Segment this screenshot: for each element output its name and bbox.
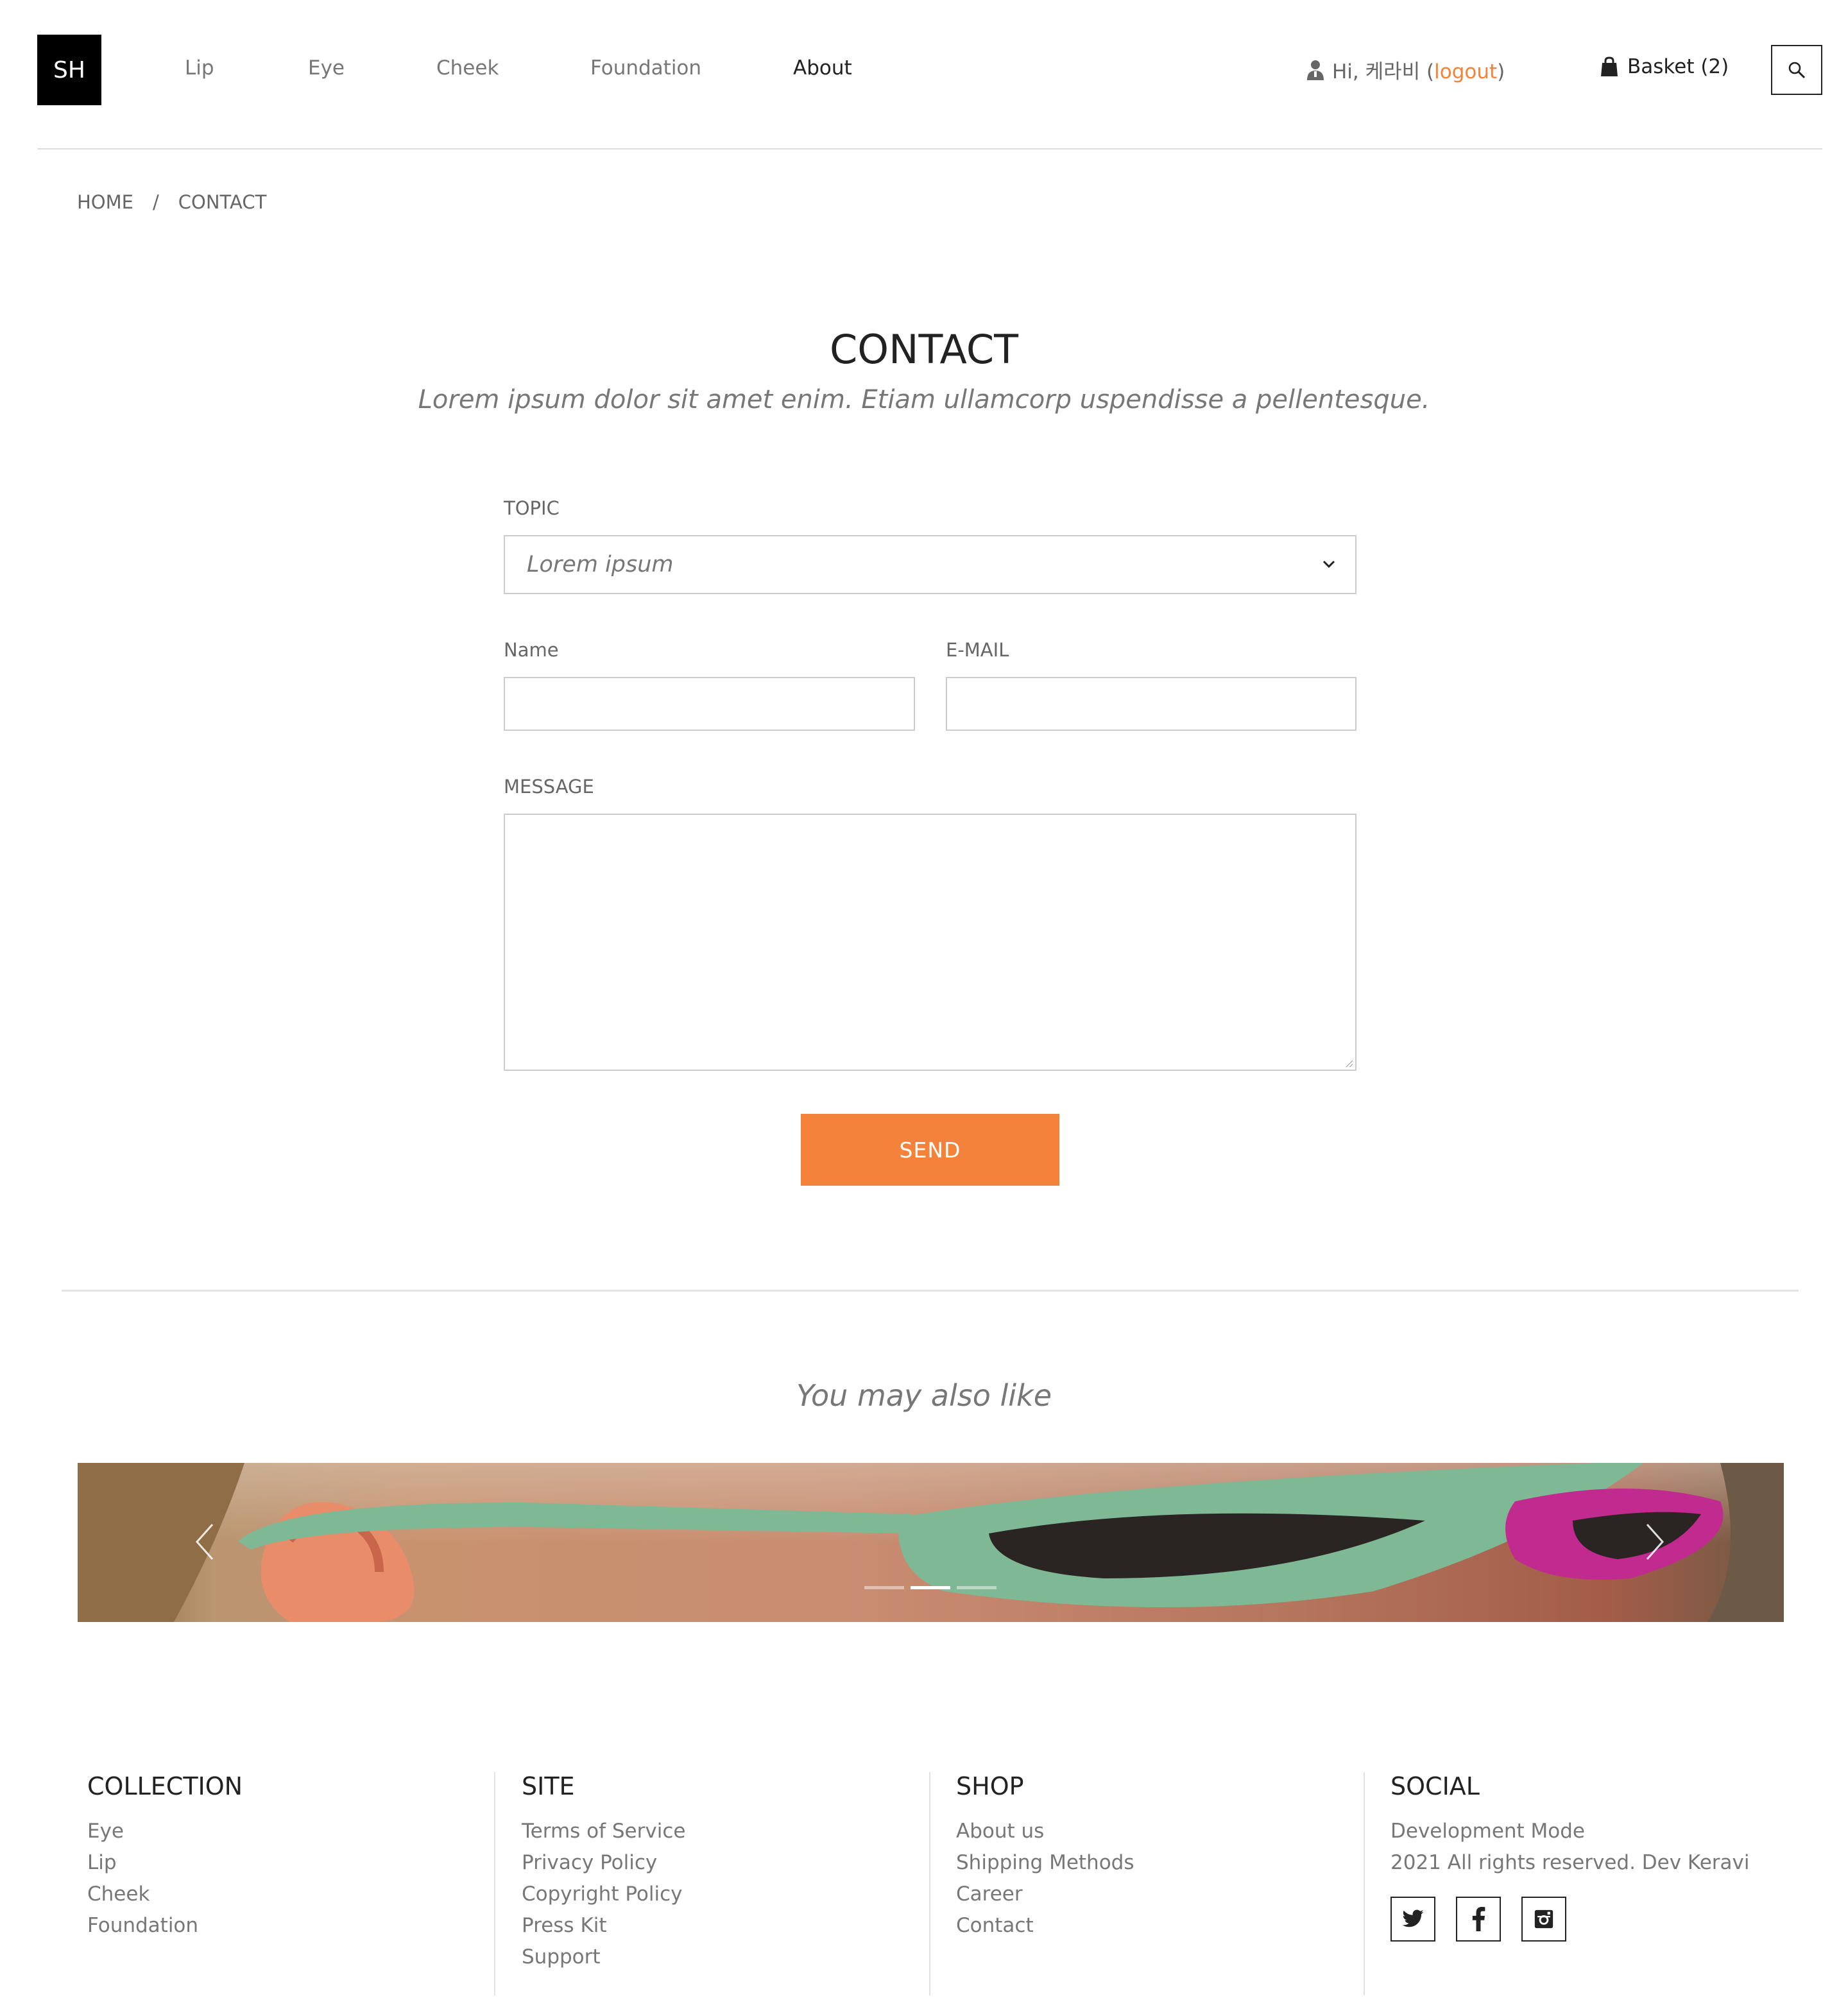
footer-mode-text: Development Mode xyxy=(1390,1820,1586,1843)
message-label: MESSAGE xyxy=(504,776,594,798)
site-logo[interactable]: SH xyxy=(37,35,101,105)
search-button[interactable] xyxy=(1771,45,1822,95)
facebook-button[interactable] xyxy=(1456,1897,1501,1942)
breadcrumb-home[interactable]: HOME xyxy=(77,191,133,213)
name-field[interactable] xyxy=(504,677,915,731)
send-label: SEND xyxy=(899,1137,961,1163)
logo-text: SH xyxy=(53,56,85,83)
user-greeting: Hi, 케라비 (logout) xyxy=(1306,55,1505,84)
footer-collection-title: COLLECTION xyxy=(87,1772,243,1800)
message-textarea[interactable] xyxy=(504,814,1356,1071)
email-field[interactable] xyxy=(946,677,1356,731)
footer-link-shipping[interactable]: Shipping Methods xyxy=(956,1847,1134,1879)
logout-link[interactable]: logout xyxy=(1434,60,1497,83)
basket-label: Basket (2) xyxy=(1627,55,1729,78)
header-divider xyxy=(37,148,1822,149)
footer-site: SITE Terms of Service Privacy Policy Cop… xyxy=(522,1772,685,1973)
product-carousel[interactable] xyxy=(78,1463,1784,1622)
instagram-icon xyxy=(1534,1909,1553,1929)
footer-link-career[interactable]: Career xyxy=(956,1879,1134,1910)
page-title: CONTACT xyxy=(829,326,1018,373)
nav-lip[interactable]: Lip xyxy=(185,56,214,80)
topic-label: TOPIC xyxy=(504,497,560,519)
nav-about[interactable]: About xyxy=(793,56,852,80)
footer-link-lip[interactable]: Lip xyxy=(87,1847,243,1879)
footer-link-cheek[interactable]: Cheek xyxy=(87,1879,243,1910)
footer-collection: COLLECTION Eye Lip Cheek Foundation xyxy=(87,1772,243,1942)
footer-divider xyxy=(1364,1772,1365,1995)
carousel-dot-active[interactable] xyxy=(911,1586,950,1589)
footer-link-press-kit[interactable]: Press Kit xyxy=(522,1910,685,1942)
facebook-icon xyxy=(1472,1907,1485,1931)
greeting-close: ) xyxy=(1497,60,1505,83)
resize-handle[interactable] xyxy=(1345,1059,1353,1067)
topic-selected-value: Lorem ipsum xyxy=(527,552,674,577)
footer-link-privacy[interactable]: Privacy Policy xyxy=(522,1847,685,1879)
footer-copyright-text: 2021 All rights reserved. Dev Keravi xyxy=(1390,1851,1750,1874)
nav-foundation[interactable]: Foundation xyxy=(590,56,701,80)
breadcrumb-separator: / xyxy=(152,191,159,213)
twitter-icon xyxy=(1402,1909,1424,1927)
section-divider xyxy=(62,1290,1799,1292)
footer-link-foundation[interactable]: Foundation xyxy=(87,1910,243,1942)
footer-shop-title: SHOP xyxy=(956,1772,1024,1800)
carousel-indicators xyxy=(864,1586,997,1589)
social-links xyxy=(1390,1897,1749,1942)
footer-link-terms[interactable]: Terms of Service xyxy=(522,1816,685,1847)
footer-link-copyright[interactable]: Copyright Policy xyxy=(522,1879,685,1910)
page-subtitle: Lorem ipsum dolor sit amet enim. Etiam u… xyxy=(418,385,1430,414)
footer-link-eye[interactable]: Eye xyxy=(87,1816,243,1847)
send-button[interactable]: SEND xyxy=(801,1114,1059,1186)
carousel-prev-icon[interactable] xyxy=(193,1522,216,1562)
chevron-down-icon xyxy=(1322,560,1335,568)
footer-social: SOCIAL Development Mode 2021 All rights … xyxy=(1390,1772,1749,1942)
nav-eye[interactable]: Eye xyxy=(308,56,345,80)
footer-divider xyxy=(494,1772,495,1995)
carousel-image xyxy=(78,1463,1784,1622)
greeting-text: Hi, 케라비 ( xyxy=(1332,60,1435,83)
search-icon xyxy=(1788,62,1806,79)
nav-cheek[interactable]: Cheek xyxy=(436,56,499,80)
footer-link-contact[interactable]: Contact xyxy=(956,1910,1134,1942)
carousel-next-icon[interactable] xyxy=(1643,1522,1666,1562)
footer-social-title: SOCIAL xyxy=(1390,1772,1480,1800)
instagram-button[interactable] xyxy=(1521,1897,1566,1942)
breadcrumb-current: CONTACT xyxy=(178,191,267,213)
recommendations-heading: You may also like xyxy=(796,1378,1052,1413)
footer-link-about-us[interactable]: About us xyxy=(956,1816,1134,1847)
basket-link[interactable]: Basket (2) xyxy=(1600,55,1729,78)
name-label: Name xyxy=(504,639,559,661)
email-label: E-MAIL xyxy=(946,639,1009,661)
carousel-dot[interactable] xyxy=(957,1586,997,1589)
footer-divider xyxy=(929,1772,930,1995)
footer-shop: SHOP About us Shipping Methods Career Co… xyxy=(956,1772,1134,1942)
breadcrumb: HOME / CONTACT xyxy=(77,191,266,213)
footer-link-support[interactable]: Support xyxy=(522,1942,685,1973)
shopping-bag-icon xyxy=(1601,56,1618,76)
footer-site-title: SITE xyxy=(522,1772,575,1800)
twitter-button[interactable] xyxy=(1390,1897,1435,1942)
carousel-dot[interactable] xyxy=(864,1586,904,1589)
user-icon xyxy=(1307,60,1324,80)
topic-select[interactable]: Lorem ipsum xyxy=(504,535,1356,594)
